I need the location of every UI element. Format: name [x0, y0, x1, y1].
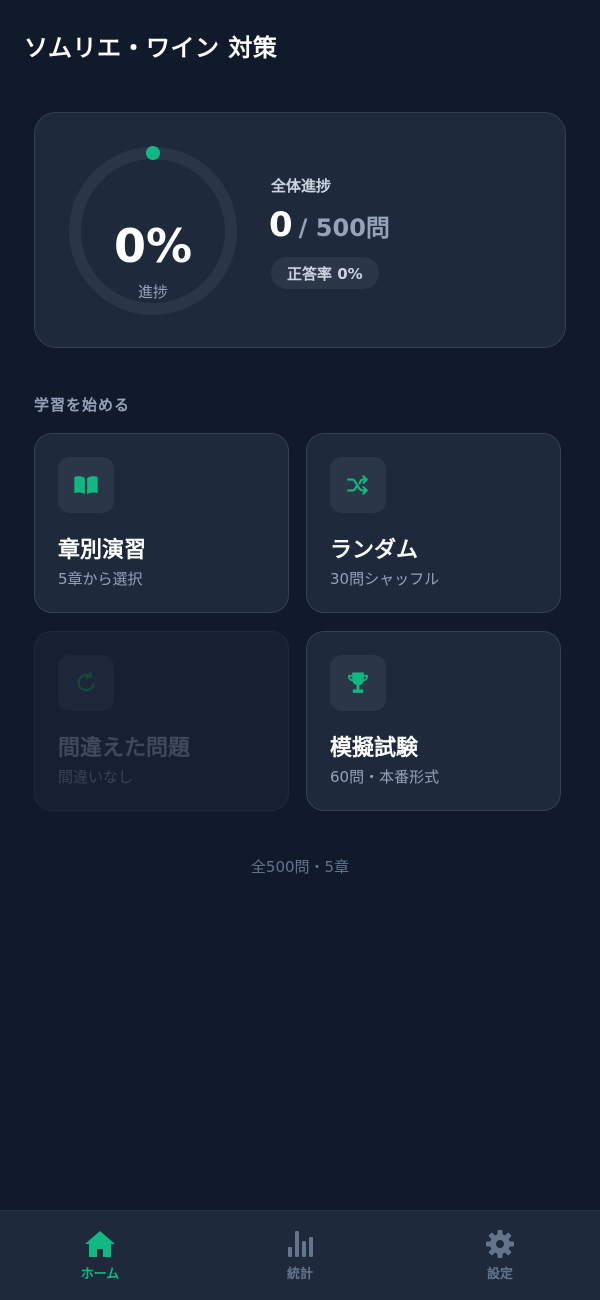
shuffle-icon — [330, 457, 386, 513]
progress-caption: 進捗 — [137, 283, 168, 301]
tab-label: ホーム — [80, 1267, 120, 1282]
refresh-icon — [58, 655, 114, 711]
mode-subtitle: 30問シャッフル — [330, 570, 440, 588]
section-title: 学習を始める — [34, 396, 131, 414]
mode-subtitle: 5章から選択 — [58, 570, 143, 588]
total-count: / 500問 — [298, 214, 390, 242]
chapter-practice-card[interactable]: 章別演習 5章から選択 — [34, 433, 289, 613]
progress-ring: 0% 進捗 — [67, 145, 239, 317]
mode-subtitle: 間違いなし — [58, 768, 134, 786]
mode-title: 間違えた問題 — [58, 736, 191, 761]
overall-progress-label: 全体進捗 — [271, 177, 332, 195]
app-title: ソムリエ・ワイン 対策 — [24, 34, 278, 62]
bar-chart-icon — [288, 1231, 313, 1257]
tab-home[interactable]: ホーム — [0, 1211, 200, 1300]
tab-label: 統計 — [286, 1267, 313, 1282]
book-icon — [58, 457, 114, 513]
tab-stats[interactable]: 統計 — [200, 1211, 400, 1300]
trophy-icon — [330, 655, 386, 711]
bottom-tab-bar: ホーム 統計 設定 — [0, 1210, 600, 1300]
progress-indicator-dot — [146, 146, 160, 160]
gear-icon — [486, 1230, 514, 1258]
answered-count: 0 — [269, 205, 293, 245]
progress-card: 0% 進捗 全体進捗 0 / 500問 正答率 0% — [34, 112, 566, 348]
mode-title: 模擬試験 — [330, 736, 419, 761]
mock-exam-card[interactable]: 模擬試験 60問・本番形式 — [306, 631, 561, 811]
footer-note: 全500問・5章 — [250, 858, 350, 876]
overall-progress-count: 0 / 500問 — [269, 205, 390, 245]
accuracy-badge: 正答率 0% — [271, 257, 379, 289]
mode-subtitle: 60問・本番形式 — [330, 768, 440, 786]
mode-title: 章別演習 — [58, 538, 147, 563]
mode-title: ランダム — [330, 538, 419, 563]
random-card[interactable]: ランダム 30問シャッフル — [306, 433, 561, 613]
home-icon — [85, 1231, 115, 1257]
wrong-questions-card: 間違えた問題 間違いなし — [34, 631, 289, 811]
tab-label: 設定 — [486, 1267, 513, 1282]
tab-settings[interactable]: 設定 — [400, 1211, 600, 1300]
progress-percent: 0% — [113, 219, 193, 273]
